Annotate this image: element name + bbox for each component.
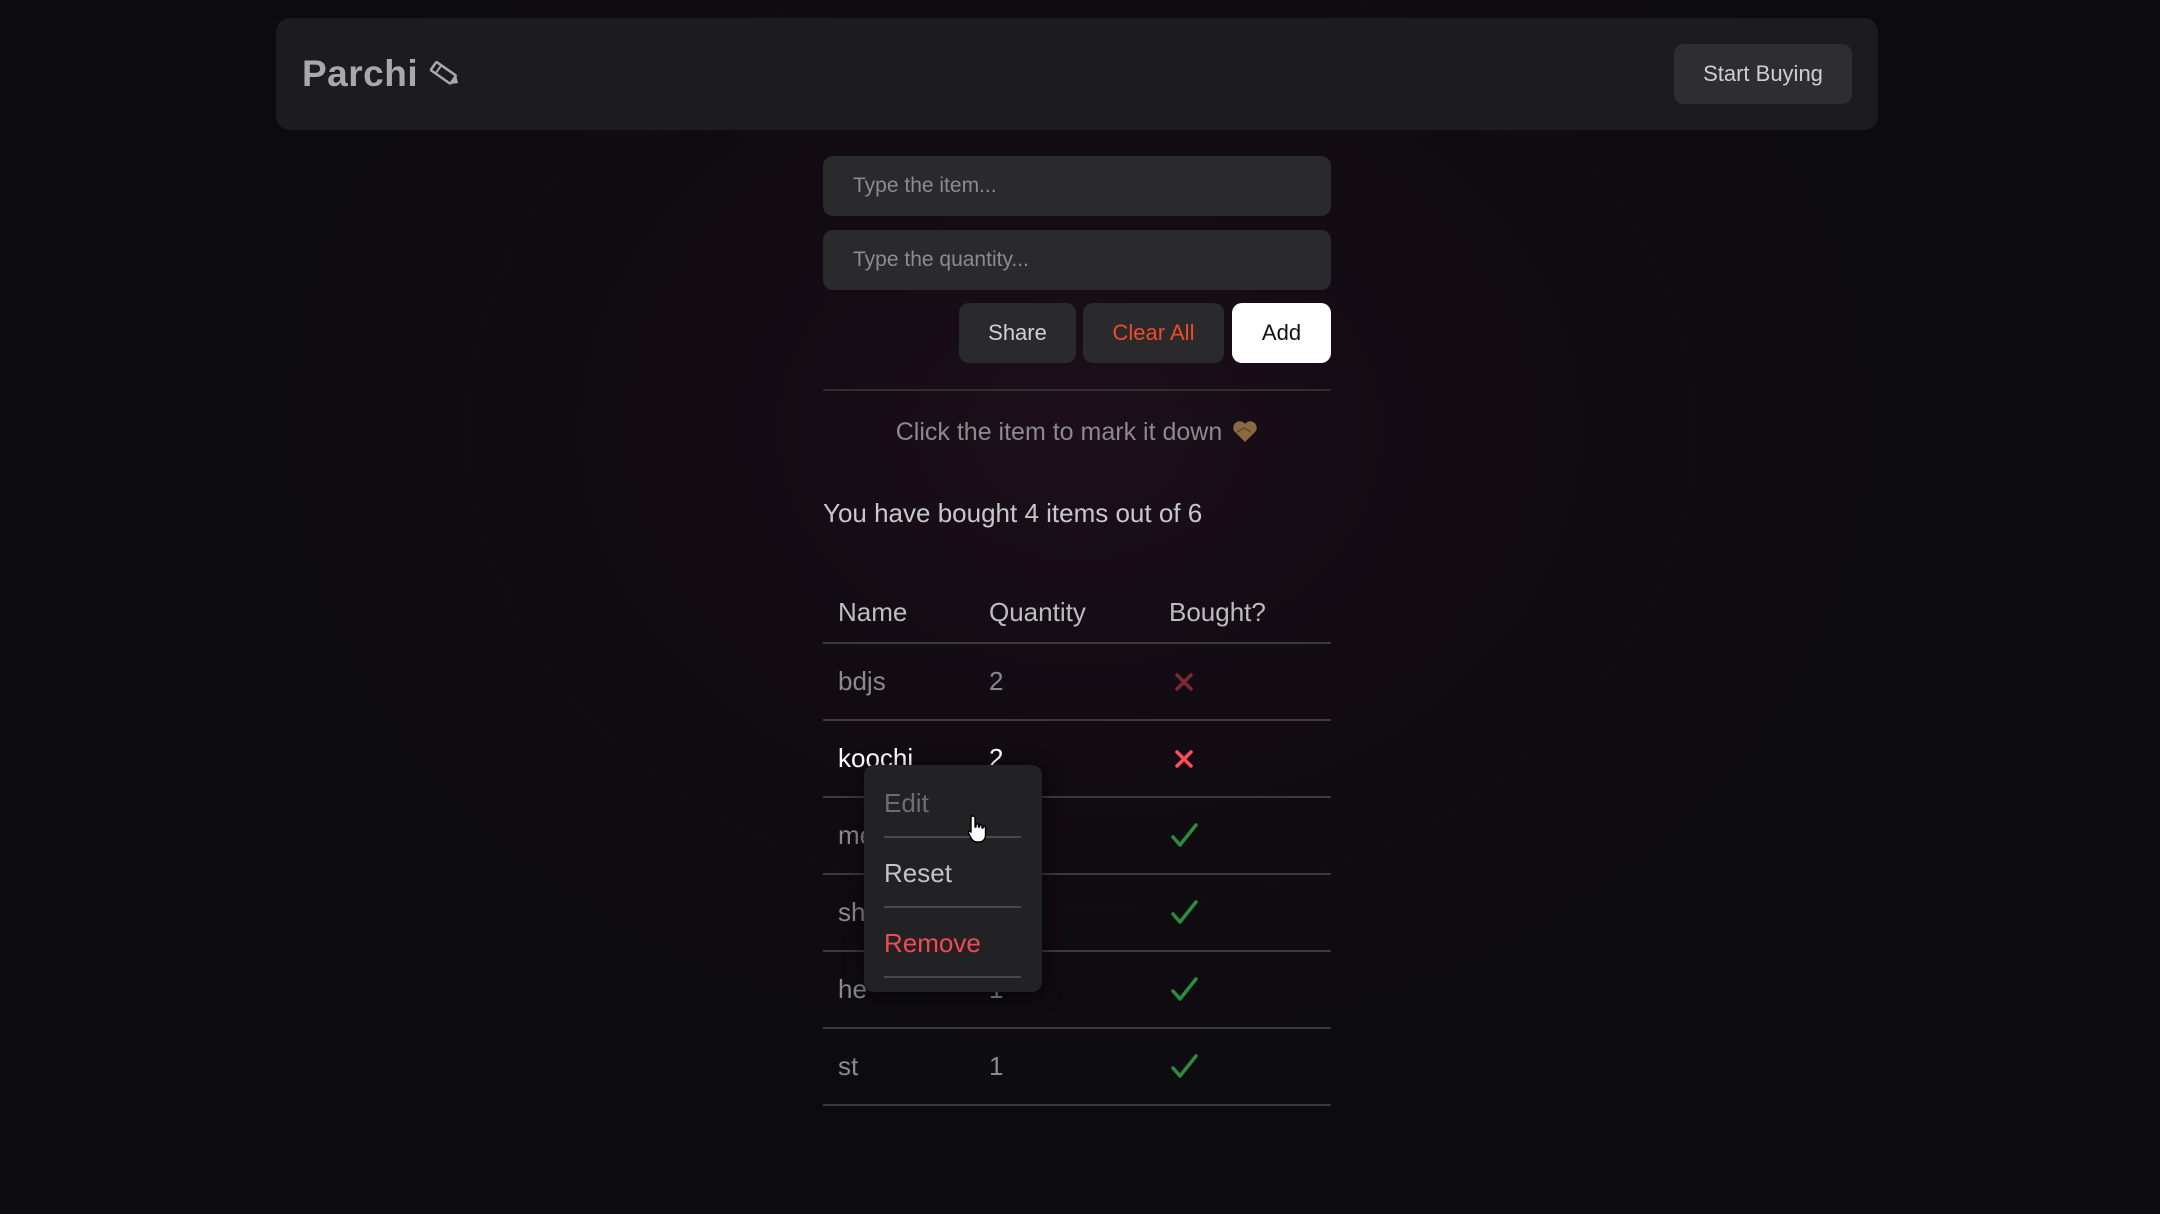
item-quantity: 2 bbox=[989, 666, 1004, 696]
header-name: Name bbox=[838, 596, 908, 627]
check-icon bbox=[1169, 898, 1199, 928]
check-icon bbox=[1169, 1052, 1199, 1082]
app-title: Parchi bbox=[302, 53, 419, 94]
header-bought: Bought? bbox=[1169, 596, 1266, 627]
add-button[interactable]: Add bbox=[1232, 303, 1331, 363]
heart-icon bbox=[1232, 420, 1258, 444]
table-row[interactable]: st 1 bbox=[823, 1029, 1331, 1106]
item-name: bdjs bbox=[838, 666, 886, 696]
header-quantity: Quantity bbox=[989, 596, 1086, 627]
cross-icon bbox=[1169, 667, 1199, 697]
hint: Click the item to mark it down bbox=[823, 412, 1331, 452]
pencil-icon bbox=[428, 57, 462, 91]
divider bbox=[823, 389, 1331, 391]
item-input[interactable]: Type the item... bbox=[823, 156, 1331, 216]
summary-text: You have bought 4 items out of 6 bbox=[823, 498, 1203, 528]
start-buying-button[interactable]: Start Buying bbox=[1674, 44, 1852, 104]
navbar: Parchi Start Buying bbox=[276, 18, 1878, 130]
check-icon bbox=[1169, 821, 1199, 851]
brand[interactable]: Parchi bbox=[302, 44, 462, 104]
hand-cursor-icon bbox=[966, 814, 990, 844]
table-row[interactable]: bdjs 2 bbox=[823, 644, 1331, 721]
remove-menu-item[interactable]: Remove bbox=[884, 910, 1021, 978]
table-header: Name Quantity Bought? bbox=[823, 582, 1331, 644]
item-quantity: 1 bbox=[989, 1051, 1004, 1081]
item-name: st bbox=[838, 1051, 859, 1081]
hint-text: Click the item to mark it down bbox=[895, 417, 1223, 446]
cross-icon bbox=[1169, 744, 1199, 774]
edit-menu-item[interactable]: Edit bbox=[884, 770, 1021, 838]
check-icon bbox=[1169, 975, 1199, 1005]
quantity-input[interactable]: Type the quantity... bbox=[823, 230, 1331, 290]
reset-menu-item[interactable]: Reset bbox=[884, 840, 1021, 908]
share-button[interactable]: Share bbox=[959, 303, 1076, 363]
clear-all-button[interactable]: Clear All bbox=[1083, 303, 1224, 363]
context-menu: Edit Reset Remove bbox=[864, 765, 1042, 992]
